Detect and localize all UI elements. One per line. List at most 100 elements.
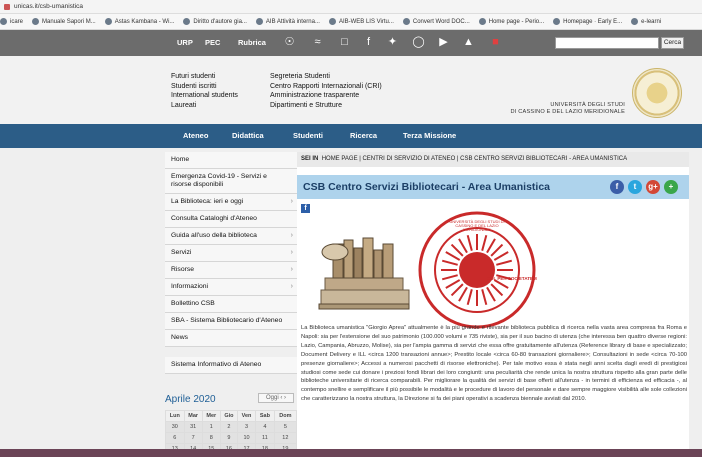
calendar-day[interactable]: 14	[183, 443, 203, 449]
nav-ricerca[interactable]: Ricerca	[350, 131, 377, 140]
facebook-icon[interactable]: f	[362, 36, 375, 49]
sidebar-item[interactable]: Emergenza Covid-19 - Servizi e risorse d…	[165, 169, 297, 194]
calendar-day[interactable]: 1	[201, 421, 221, 433]
search-button[interactable]: Cerca	[661, 37, 684, 49]
bookmark-item[interactable]: Home page - Perio...	[478, 18, 544, 25]
calendar-title: Aprile 2020	[165, 394, 216, 405]
quicklink[interactable]: International students	[171, 91, 238, 101]
youtube-icon[interactable]: ▶	[437, 36, 450, 49]
facebook-icon[interactable]: f	[301, 204, 310, 213]
bookmark-item[interactable]: Homepage · Early E...	[553, 18, 622, 25]
facebook-share-icon[interactable]: f	[610, 180, 624, 194]
calendar-day[interactable]: 13	[165, 443, 185, 449]
quicklink[interactable]: Futuri studenti	[171, 72, 238, 82]
bookmark-item[interactable]: e-learni	[631, 18, 661, 25]
twitter-icon[interactable]: ✦	[386, 36, 399, 49]
globe-icon	[328, 18, 336, 25]
university-logo[interactable]	[632, 68, 682, 118]
breadcrumb: SEI IN HOME PAGE | CENTRI DI SERVIZIO DI…	[297, 152, 689, 167]
calendar-day[interactable]: 6	[165, 432, 185, 444]
calendar-weekday: Mer	[201, 410, 221, 422]
urp-link[interactable]: URP	[177, 38, 193, 47]
calendar-day[interactable]: 7	[183, 432, 203, 444]
chevron-right-icon: ›	[290, 232, 293, 239]
chevron-right-icon: ›	[290, 198, 293, 205]
url-text[interactable]: unicas.it/csb-umanistica	[14, 3, 83, 10]
chevron-right-icon: ›	[290, 266, 293, 273]
twitter-share-icon[interactable]: t	[628, 180, 642, 194]
instagram-icon[interactable]: ◯	[412, 36, 425, 49]
rubrica-link[interactable]: Rubrica	[238, 38, 266, 47]
bookmark-item[interactable]: Diritto d'autore gia...	[183, 18, 247, 25]
quicklink[interactable]: Centro Rapporti Internazionali (CRI)	[270, 82, 382, 92]
calendar-day[interactable]: 19	[273, 443, 298, 449]
sidebar-item[interactable]: Consulta Cataloghi d'Ateneo	[165, 211, 297, 228]
globe-icon	[478, 18, 486, 25]
bookmarks-bar: icare Manuale Sapori M... Astas Kambana - …	[0, 14, 702, 30]
sidebar-item[interactable]: Informazioni ›	[165, 279, 297, 296]
globe-icon	[631, 18, 639, 25]
quicklinks-offices: Segreteria Studenti Centro Rapporti Inte…	[270, 72, 382, 110]
lock-icon	[4, 3, 10, 10]
flag-icon[interactable]: ■	[489, 36, 502, 49]
globe-icon	[32, 18, 40, 25]
calendar-day[interactable]: 9	[219, 432, 238, 444]
nav-didattica[interactable]: Didattica	[232, 131, 264, 140]
sidebar-item[interactable]: SBA - Sistema Bibliotecario d'Ateneo	[165, 313, 297, 330]
sidebar-item[interactable]: Bollettino CSB	[165, 296, 297, 313]
monitor-icon[interactable]: □	[338, 36, 351, 49]
sidebar-item[interactable]: Guida all'uso della biblioteca ›	[165, 228, 297, 245]
globe-icon	[553, 18, 561, 25]
bookmark-item[interactable]: Astas Kambana - Wi...	[104, 18, 174, 25]
calendar-nav[interactable]: Oggi ‹ ›	[258, 393, 294, 403]
quicklink[interactable]: Studenti iscritti	[171, 82, 238, 92]
calendar-day[interactable]: 4	[255, 421, 275, 433]
calendar-day[interactable]: 10	[236, 432, 257, 444]
broadcast-icon[interactable]: ☉	[283, 36, 296, 49]
sidebar-item[interactable]: La Biblioteca: ieri e oggi ›	[165, 194, 297, 211]
calendar-day[interactable]: 3	[236, 421, 257, 433]
quicklink[interactable]: Dipartimenti e Strutture	[270, 101, 382, 111]
calendar-day[interactable]: 5	[273, 421, 298, 433]
breadcrumb-path[interactable]: HOME PAGE | CENTRI DI SERVIZIO DI ATENEO…	[322, 156, 627, 162]
quicklink[interactable]: Laureati	[171, 101, 238, 111]
quicklinks-students: Futuri studenti Studenti iscritti Intern…	[171, 72, 238, 110]
bookmark-item[interactable]: Manuale Sapori M...	[32, 18, 96, 25]
nav-studenti[interactable]: Studenti	[293, 131, 323, 140]
share-plus-icon[interactable]: +	[664, 180, 678, 194]
calendar-day[interactable]: 30	[165, 421, 185, 433]
calendar-day[interactable]: 16	[219, 443, 238, 449]
seal-motto: SOL PER SOCIETATEM	[487, 276, 537, 281]
bookmark-item[interactable]: icare	[0, 18, 23, 25]
calendar-day[interactable]: 8	[201, 432, 221, 444]
calendar-day[interactable]: 2	[219, 421, 238, 433]
search-input[interactable]	[555, 37, 659, 49]
sidebar-item[interactable]: Servizi ›	[165, 245, 297, 262]
sidebar-item-sistema-informativo[interactable]: Sistema Informativo di Ateneo	[165, 357, 297, 374]
calendar-day[interactable]: 15	[201, 443, 221, 449]
sidebar-item[interactable]: Risorse ›	[165, 262, 297, 279]
main-content: SEI IN HOME PAGE | CENTRI DI SERVIZIO DI…	[297, 152, 689, 449]
graduation-cap-icon[interactable]: ▲	[462, 36, 475, 49]
bookmark-item[interactable]: AIB-WEB LIS Virtu...	[328, 18, 394, 25]
main-navigation: Ateneo Didattica Studenti Ricerca Terza …	[0, 124, 702, 148]
sidebar-item[interactable]: News	[165, 330, 297, 347]
googleplus-share-icon[interactable]: g+	[646, 180, 660, 194]
address-bar[interactable]: unicas.it/csb-umanistica	[0, 0, 702, 14]
calendar-day[interactable]: 17	[236, 443, 257, 449]
quicklink[interactable]: Amministrazione trasparente	[270, 91, 382, 101]
calendar-day[interactable]: 18	[255, 443, 275, 449]
sidebar-item[interactable]: Home	[165, 152, 297, 169]
calendar-day[interactable]: 12	[273, 432, 298, 444]
globe-icon	[402, 18, 410, 25]
pec-link[interactable]: PEC	[205, 38, 220, 47]
calendar-day[interactable]: 31	[183, 421, 203, 433]
nav-ateneo[interactable]: Ateneo	[183, 131, 208, 140]
bookmark-item[interactable]: Convert Word DOC...	[402, 18, 470, 25]
nav-terza-missione[interactable]: Terza Missione	[403, 131, 456, 140]
bookmark-item[interactable]: AIB Attività interna...	[255, 18, 320, 25]
calendar-day[interactable]: 11	[255, 432, 275, 444]
wifi-icon[interactable]: ≈	[311, 36, 324, 49]
quicklink[interactable]: Segreteria Studenti	[270, 72, 382, 82]
site-header: Futuri studenti Studenti iscritti Intern…	[0, 56, 702, 124]
